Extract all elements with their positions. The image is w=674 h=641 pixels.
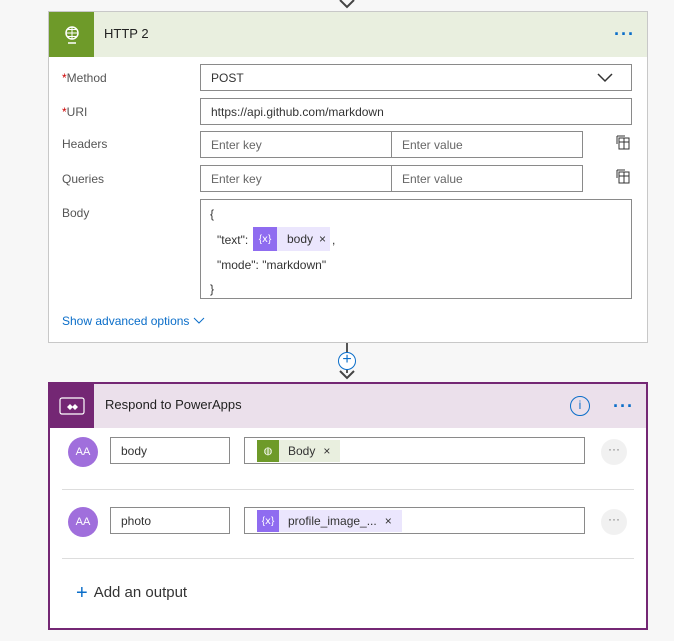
arrow-down-icon: [339, 370, 355, 380]
http-action-card: HTTP 2 ··· *Method POST *URI https://api…: [48, 11, 648, 343]
headers-key-input[interactable]: Enter key: [200, 131, 392, 158]
headers-value-input[interactable]: Enter value: [391, 131, 583, 158]
more-options-button[interactable]: ···: [613, 396, 634, 417]
insert-step-button[interactable]: +: [338, 352, 356, 370]
more-options-button[interactable]: ···: [614, 24, 635, 45]
card-header[interactable]: Respond to PowerApps i ···: [50, 384, 646, 428]
remove-token-icon[interactable]: ×: [319, 232, 326, 246]
card-title: HTTP 2: [104, 26, 149, 41]
body-label: Body: [62, 206, 90, 220]
chevron-down-icon: [597, 73, 613, 83]
variable-icon: {ⅹ}: [257, 510, 279, 532]
show-advanced-options-link[interactable]: Show advanced options: [62, 314, 205, 328]
text-type-avatar: AA: [68, 437, 98, 467]
dynamic-content-token[interactable]: {ⅹ} body ×: [253, 227, 331, 251]
uri-input[interactable]: https://api.github.com/markdown: [200, 98, 632, 125]
body-line: {: [210, 207, 215, 221]
queries-label: Queries: [62, 172, 105, 186]
card-header[interactable]: HTTP 2 ···: [49, 12, 647, 57]
body-line: "mode": "markdown": [217, 258, 327, 272]
token-label: profile_image_...: [288, 514, 377, 528]
queries-value-input[interactable]: Enter value: [391, 165, 583, 192]
dynamic-content-token[interactable]: {ⅹ} profile_image_... ×: [257, 510, 402, 532]
globe-icon: [49, 12, 94, 57]
body-line: }: [210, 282, 215, 296]
method-label: *Method: [62, 71, 107, 85]
info-icon[interactable]: i: [570, 396, 590, 416]
body-line: ,: [332, 233, 336, 247]
token-label: body: [287, 232, 314, 246]
powerapps-icon: [50, 384, 94, 428]
dynamic-content-token[interactable]: ◍ Body ×: [257, 440, 341, 462]
output-value-input[interactable]: ◍ Body ×: [244, 437, 585, 464]
row-more-button[interactable]: ···: [601, 509, 627, 535]
variable-icon: {ⅹ}: [253, 227, 277, 251]
remove-token-icon[interactable]: ×: [323, 444, 330, 458]
body-editor[interactable]: { "text": {ⅹ} body × , "mode": "markdown…: [200, 199, 632, 299]
chevron-down-icon: [193, 317, 205, 324]
output-name-input[interactable]: photo: [110, 507, 230, 534]
divider: [62, 558, 634, 559]
card-title: Respond to PowerApps: [105, 397, 242, 412]
respond-to-powerapps-card: Respond to PowerApps i ··· AA body ◍ Bod…: [48, 382, 648, 630]
output-name-input[interactable]: body: [110, 437, 230, 464]
remove-token-icon[interactable]: ×: [385, 514, 392, 528]
globe-icon: ◍: [257, 440, 279, 462]
row-more-button[interactable]: ···: [601, 439, 627, 465]
token-label: Body: [288, 444, 316, 458]
uri-label: *URI: [62, 105, 88, 119]
plus-icon: +: [76, 582, 88, 604]
output-value-input[interactable]: {ⅹ} profile_image_... ×: [244, 507, 585, 534]
body-line: "text":: [217, 233, 249, 247]
method-select[interactable]: POST: [200, 64, 632, 91]
text-type-avatar: AA: [68, 507, 98, 537]
queries-key-input[interactable]: Enter key: [200, 165, 392, 192]
divider: [62, 489, 634, 490]
switch-to-text-mode-icon[interactable]: [616, 135, 630, 150]
add-output-button[interactable]: + Add an output: [76, 582, 187, 605]
switch-to-text-mode-icon[interactable]: [616, 169, 630, 184]
headers-label: Headers: [62, 137, 108, 151]
